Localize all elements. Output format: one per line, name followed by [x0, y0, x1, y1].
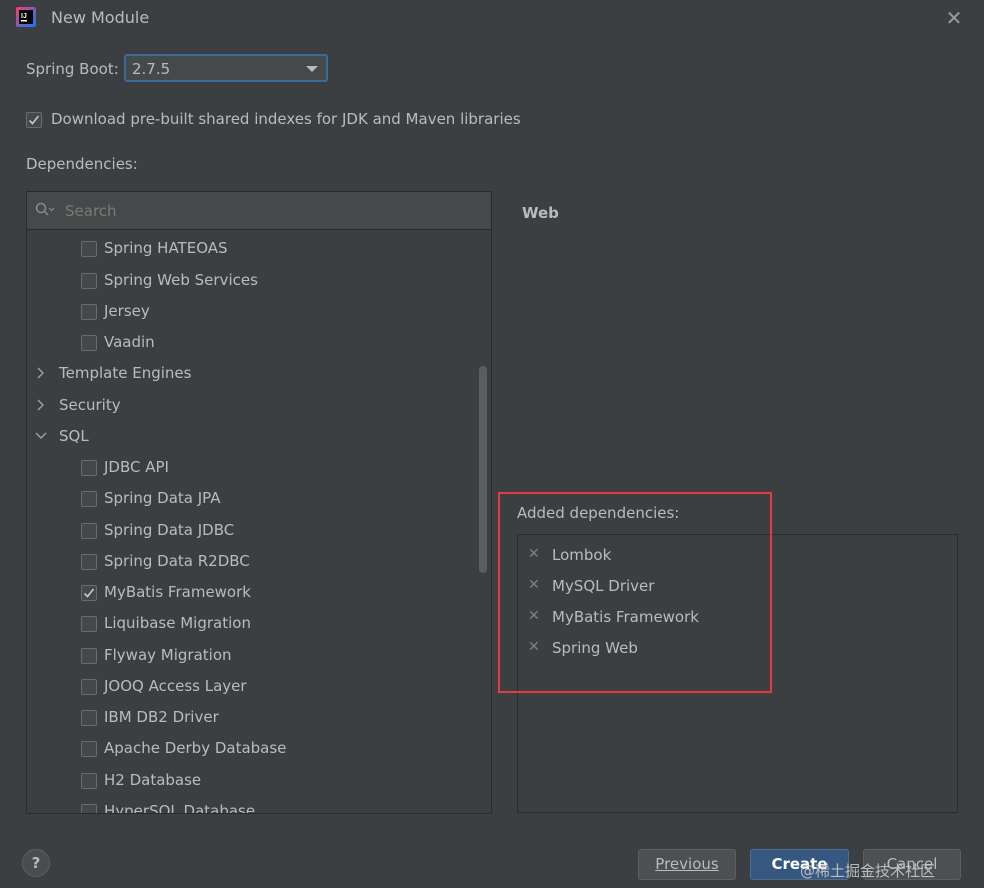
annotation-highlight-box [498, 492, 772, 693]
search-icon [35, 202, 55, 222]
watermark: @稀土掘金技术社区 [800, 862, 936, 880]
dependency-label: HyperSQL Database [104, 802, 256, 814]
dependency-label: Spring HATEOAS [104, 239, 228, 257]
dependency-checkbox[interactable] [81, 554, 97, 570]
spring-boot-label: Spring Boot: [26, 60, 119, 78]
dependency-item[interactable]: Apache Derby Database [27, 736, 467, 762]
tree-category[interactable]: Template Engines [27, 361, 467, 387]
dependency-checkbox[interactable] [81, 523, 97, 539]
dependency-item[interactable]: IBM DB2 Driver [27, 705, 467, 731]
dependency-label: Spring Data R2DBC [104, 552, 250, 570]
spring-boot-version-value: 2.7.5 [132, 60, 171, 78]
dependency-checkbox[interactable] [81, 304, 97, 320]
dependency-label: Spring Data JPA [104, 489, 221, 507]
dependency-label: IBM DB2 Driver [104, 708, 219, 726]
dependency-item[interactable]: Spring Data JPA [27, 486, 467, 512]
dependencies-label: Dependencies: [26, 155, 138, 173]
dependency-checkbox[interactable] [81, 273, 97, 289]
dependency-checkbox[interactable] [81, 241, 97, 257]
dependency-checkbox[interactable] [81, 741, 97, 757]
dependency-checkbox[interactable] [81, 804, 97, 813]
dependency-item[interactable]: MyBatis Framework [27, 580, 467, 606]
tree-category[interactable]: SQL [27, 424, 467, 450]
spring-boot-version-select[interactable]: 2.7.5 [124, 54, 328, 82]
tree-category[interactable]: Security [27, 393, 467, 419]
dependency-label: JDBC API [104, 458, 169, 476]
chevron-right-icon[interactable] [35, 366, 47, 384]
dependency-label: Flyway Migration [104, 646, 232, 664]
dependency-checkbox[interactable] [81, 335, 97, 351]
tree-scrollbar[interactable] [479, 366, 487, 573]
intellij-logo-icon: IJ [16, 7, 36, 27]
dependency-label: Spring Data JDBC [104, 521, 235, 539]
dependency-item[interactable]: Spring Data R2DBC [27, 549, 467, 575]
search-input[interactable] [63, 199, 467, 223]
dependency-label: H2 Database [104, 771, 202, 789]
dependency-checkbox[interactable] [81, 710, 97, 726]
dependency-checkbox[interactable] [81, 460, 97, 476]
chevron-down-icon [306, 66, 318, 72]
download-indexes-label: Download pre-built shared indexes for JD… [51, 110, 521, 128]
dependency-checkbox[interactable] [81, 679, 97, 695]
dependency-label: Liquibase Migration [104, 614, 251, 632]
dependency-item[interactable]: Spring Web Services [27, 268, 467, 294]
dependency-item[interactable]: Spring Data JDBC [27, 518, 467, 544]
svg-text:IJ: IJ [21, 13, 27, 20]
dependency-item[interactable]: JDBC API [27, 455, 467, 481]
dependency-item[interactable]: JOOQ Access Layer [27, 674, 467, 700]
chevron-right-icon[interactable] [35, 398, 47, 416]
dependency-item[interactable]: Liquibase Migration [27, 611, 467, 637]
dependency-label: JOOQ Access Layer [104, 677, 247, 695]
close-icon[interactable]: ✕ [940, 4, 968, 32]
selected-category-heading: Web [522, 204, 559, 222]
dependency-item[interactable]: Spring HATEOAS [27, 236, 467, 262]
dependency-checkbox[interactable] [81, 648, 97, 664]
help-button[interactable]: ? [22, 849, 50, 877]
previous-button-label: Previous [655, 855, 719, 873]
dependency-checkbox[interactable] [81, 616, 97, 632]
dependency-label: Spring Web Services [104, 271, 258, 289]
dependency-label: MyBatis Framework [104, 583, 251, 601]
dependency-item[interactable]: Flyway Migration [27, 643, 467, 669]
dependency-checkbox[interactable] [81, 491, 97, 507]
dependency-checkbox[interactable] [81, 585, 97, 601]
dependency-checkbox[interactable] [81, 773, 97, 789]
dependency-label: Vaadin [104, 333, 155, 351]
search-bar [27, 192, 491, 230]
tree-category-label: Security [59, 396, 121, 414]
dependencies-panel: Spring HATEOAS Spring Web Services Jersey V… [26, 191, 492, 814]
chevron-down-icon[interactable] [35, 429, 47, 447]
dependency-item[interactable]: Vaadin [27, 330, 467, 356]
download-indexes-checkbox[interactable] [26, 112, 42, 128]
tree-category-label: SQL [59, 427, 89, 445]
dependency-item[interactable]: HyperSQL Database [27, 799, 467, 814]
dependency-label: Apache Derby Database [104, 739, 287, 757]
dependency-item[interactable]: H2 Database [27, 768, 467, 794]
previous-button[interactable]: Previous [638, 849, 736, 880]
dependency-item[interactable]: Jersey [27, 299, 467, 325]
tree-category-label: Template Engines [59, 364, 192, 382]
dependency-label: Jersey [104, 302, 150, 320]
window-title: New Module [51, 8, 150, 27]
